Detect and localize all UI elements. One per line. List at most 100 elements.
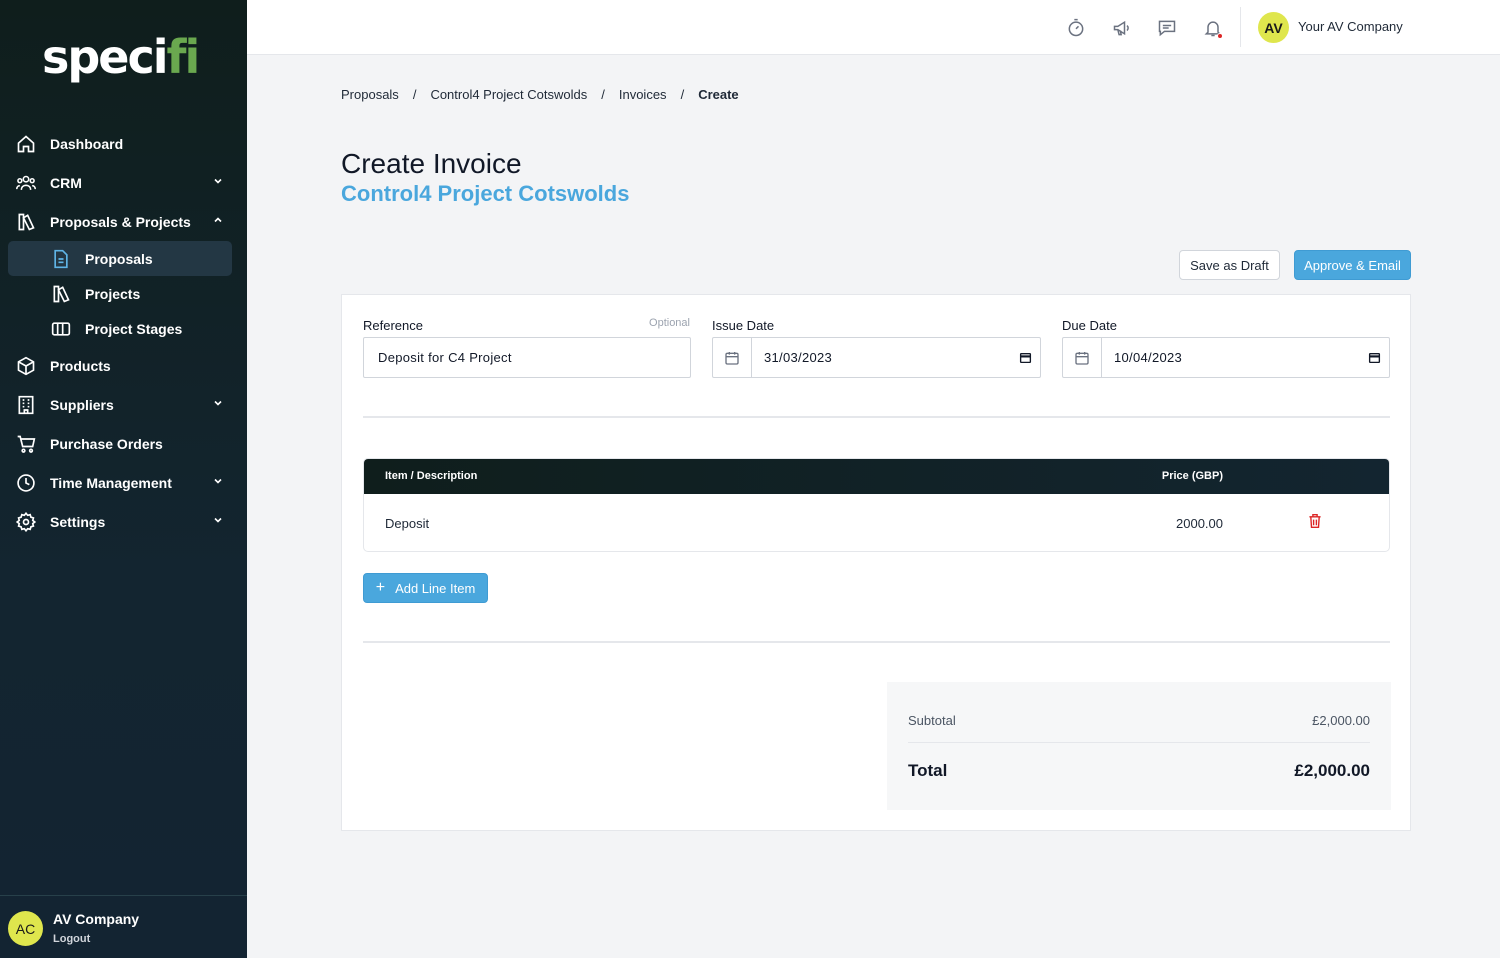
add-line-item-button[interactable]: + Add Line Item bbox=[363, 573, 488, 603]
issue-date-value: 31/03/2023 bbox=[764, 350, 833, 365]
breadcrumb-separator: / bbox=[412, 87, 417, 102]
chat-icon[interactable] bbox=[1156, 17, 1178, 39]
logout-link[interactable]: Logout bbox=[53, 933, 90, 945]
gear-icon bbox=[16, 511, 36, 532]
clock-icon bbox=[16, 473, 36, 493]
breadcrumb-current: Create bbox=[698, 87, 739, 102]
sidebar-subitem-project-stages[interactable]: Project Stages bbox=[8, 311, 232, 346]
users-icon bbox=[16, 173, 36, 193]
sidebar-item-label: Purchase Orders bbox=[50, 435, 163, 452]
sidebar-item-proposals-projects[interactable]: Proposals & Projects bbox=[0, 202, 247, 241]
column-header-price: Price (GBP) bbox=[1161, 470, 1223, 482]
reference-value: Deposit for C4 Project bbox=[378, 350, 512, 365]
avatar[interactable]: AC bbox=[8, 911, 43, 946]
home-icon bbox=[16, 134, 36, 154]
page-subtitle: Control4 Project Cotswolds bbox=[341, 181, 630, 206]
breadcrumb-separator: / bbox=[601, 87, 605, 102]
sidebar-subitem-label: Proposals bbox=[85, 250, 153, 267]
sidebar-subitem-proposals[interactable]: Proposals bbox=[8, 241, 232, 276]
line-item-price[interactable]: 2000.00 bbox=[1176, 516, 1223, 531]
breadcrumb-project[interactable]: Control4 Project Cotswolds bbox=[430, 87, 587, 102]
calendar-icon bbox=[713, 338, 752, 377]
breadcrumb: Proposals / Control4 Project Cotswolds /… bbox=[341, 87, 739, 102]
sidebar-item-dashboard[interactable]: Dashboard bbox=[0, 124, 247, 163]
line-item-description[interactable]: Deposit bbox=[385, 516, 429, 531]
page-title: Create Invoice bbox=[341, 148, 522, 179]
optional-hint: Optional bbox=[649, 317, 690, 329]
sidebar-item-crm[interactable]: CRM bbox=[0, 163, 247, 202]
subtotal-value: £2,000.00 bbox=[1312, 713, 1370, 728]
reference-input[interactable]: Deposit for C4 Project bbox=[363, 337, 691, 378]
total-value: £2,000.00 bbox=[1294, 761, 1370, 780]
megaphone-icon[interactable] bbox=[1111, 17, 1133, 39]
sidebar-item-label: CRM bbox=[50, 174, 82, 191]
topbar: AV Your AV Company bbox=[247, 0, 1500, 55]
due-date-label: Due Date bbox=[1062, 318, 1117, 333]
breadcrumb-invoices[interactable]: Invoices bbox=[619, 87, 667, 102]
sidebar-item-purchase-orders[interactable]: Purchase Orders bbox=[0, 424, 247, 463]
chevron-up-icon bbox=[214, 217, 222, 223]
cube-icon bbox=[16, 356, 36, 376]
breadcrumb-separator: / bbox=[680, 87, 685, 102]
projects-icon bbox=[51, 284, 71, 304]
sidebar-subitem-label: Project Stages bbox=[85, 320, 183, 337]
section-divider bbox=[363, 416, 1390, 418]
sidebar-item-settings[interactable]: Settings bbox=[0, 502, 247, 541]
reference-label: Reference bbox=[363, 318, 423, 333]
due-date-value: 10/04/2023 bbox=[1114, 350, 1183, 365]
stopwatch-icon[interactable] bbox=[1065, 17, 1087, 39]
section-divider bbox=[363, 641, 1390, 643]
columns-icon bbox=[51, 319, 71, 339]
sidebar-item-label: Time Management bbox=[50, 474, 172, 491]
sidebar-subitem-label: Projects bbox=[85, 285, 141, 302]
totals-divider bbox=[908, 742, 1370, 743]
issue-date-label: Issue Date bbox=[712, 318, 775, 333]
sidebar: specifi Dashboard CRM Proposals & Projec… bbox=[0, 0, 247, 958]
save-draft-button[interactable]: Save as Draft bbox=[1179, 250, 1280, 280]
issue-date-input[interactable]: 31/03/2023 bbox=[712, 337, 1041, 378]
chevron-down-icon bbox=[214, 478, 222, 484]
cart-icon bbox=[16, 434, 36, 454]
line-items-table: Item / Description Price (GBP) Deposit 2… bbox=[363, 458, 1390, 552]
column-header-item: Item / Description bbox=[385, 470, 478, 482]
calendar-icon bbox=[1063, 338, 1102, 377]
calendar-picker-icon[interactable] bbox=[1359, 351, 1389, 364]
subtotal-label: Subtotal bbox=[908, 713, 956, 728]
specifi-logo[interactable]: specifi bbox=[42, 30, 200, 84]
plus-icon: + bbox=[375, 579, 386, 596]
sidebar-item-label: Dashboard bbox=[50, 135, 124, 152]
sidebar-item-products[interactable]: Products bbox=[0, 346, 247, 385]
trash-icon[interactable] bbox=[1308, 513, 1324, 531]
sidebar-item-label: Products bbox=[50, 357, 111, 374]
sidebar-item-label: Suppliers bbox=[50, 396, 114, 413]
building-icon bbox=[16, 395, 36, 415]
notification-dot bbox=[1217, 33, 1223, 39]
table-row: Deposit 2000.00 bbox=[364, 494, 1389, 551]
topbar-divider bbox=[1240, 7, 1241, 47]
chevron-down-icon bbox=[214, 178, 222, 184]
approve-email-button[interactable]: Approve & Email bbox=[1294, 250, 1411, 280]
sidebar-nav: Dashboard CRM Proposals & Projects Propo… bbox=[0, 124, 247, 541]
chevron-down-icon bbox=[214, 517, 222, 523]
document-icon bbox=[51, 249, 71, 269]
bell-icon[interactable] bbox=[1202, 17, 1224, 39]
due-date-input[interactable]: 10/04/2023 bbox=[1062, 337, 1390, 378]
sidebar-item-time-management[interactable]: Time Management bbox=[0, 463, 247, 502]
calendar-picker-icon[interactable] bbox=[1010, 351, 1040, 364]
company-name[interactable]: Your AV Company bbox=[1298, 19, 1403, 34]
add-line-item-label: Add Line Item bbox=[395, 580, 476, 596]
sidebar-account: AC AV Company Logout bbox=[0, 895, 247, 958]
table-header: Item / Description Price (GBP) bbox=[364, 459, 1389, 494]
sidebar-item-label: Settings bbox=[50, 513, 106, 530]
invoice-form-card: Reference Optional Deposit for C4 Projec… bbox=[341, 294, 1411, 831]
chevron-down-icon bbox=[214, 400, 222, 406]
sidebar-item-suppliers[interactable]: Suppliers bbox=[0, 385, 247, 424]
projects-icon bbox=[16, 212, 36, 232]
sidebar-item-label: Proposals & Projects bbox=[50, 213, 191, 230]
sidebar-subitem-projects[interactable]: Projects bbox=[8, 276, 232, 311]
avatar[interactable]: AV bbox=[1258, 12, 1289, 43]
total-label: Total bbox=[908, 761, 948, 780]
breadcrumb-proposals[interactable]: Proposals bbox=[341, 87, 399, 102]
account-name: AV Company bbox=[53, 911, 140, 927]
totals-panel: Subtotal £2,000.00 Total £2,000.00 bbox=[887, 682, 1391, 810]
